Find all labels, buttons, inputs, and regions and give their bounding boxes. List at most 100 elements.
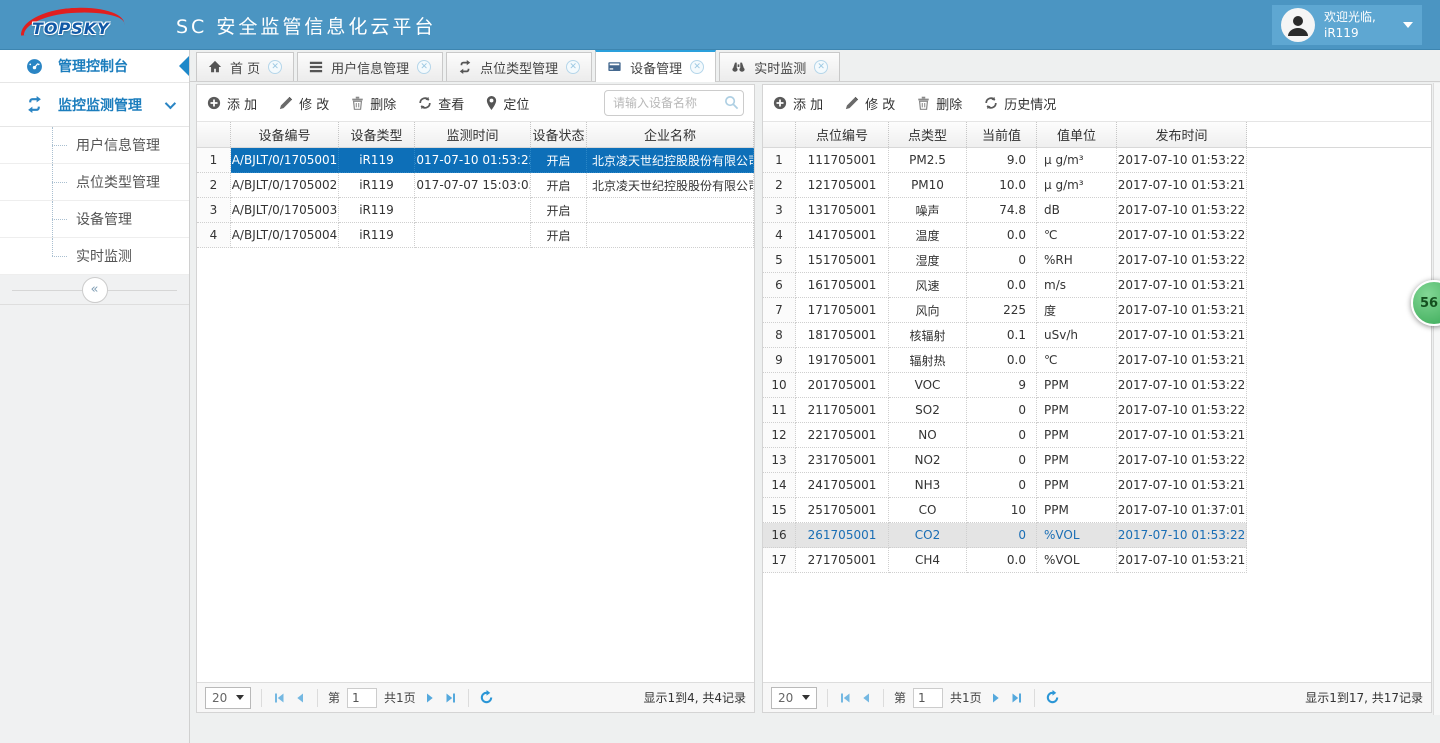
view-button[interactable]: 查看 bbox=[418, 94, 464, 113]
reload-icon[interactable] bbox=[1045, 690, 1060, 705]
cell-filler bbox=[1247, 398, 1431, 423]
column-header[interactable]: 当前值 bbox=[967, 122, 1037, 147]
add-button[interactable]: 添 加 bbox=[207, 94, 257, 113]
sidebar-item-realtime[interactable]: 实时监测 bbox=[0, 238, 189, 275]
page-number-input[interactable] bbox=[913, 688, 943, 708]
cell-pid: 131705001 bbox=[796, 198, 889, 223]
edit-button[interactable]: 修 改 bbox=[279, 94, 329, 113]
column-header[interactable]: 点类型 bbox=[889, 122, 967, 147]
locate-button[interactable]: 定位 bbox=[486, 94, 529, 113]
prev-page-button[interactable] bbox=[293, 691, 307, 705]
table-row[interactable]: 11211705001SO20PPM2017-07-10 01:53:22 bbox=[763, 398, 1431, 423]
table-row[interactable]: 1A/BJLT/0/1705001iR1192017-07-10 01:53:2… bbox=[197, 148, 754, 173]
table-row[interactable]: 13231705001NO20PPM2017-07-10 01:53:22 bbox=[763, 448, 1431, 473]
sidebar-item-monitor-mgmt[interactable]: 监控监测管理 bbox=[0, 83, 189, 127]
cell-unit: PPM bbox=[1037, 448, 1117, 473]
edit-button[interactable]: 修 改 bbox=[845, 94, 895, 113]
button-label: 添 加 bbox=[793, 94, 823, 113]
table-row[interactable]: 3A/BJLT/0/1705003iR119开启 bbox=[197, 198, 754, 223]
page-number-input[interactable] bbox=[347, 688, 377, 708]
last-page-button[interactable] bbox=[1010, 691, 1024, 705]
table-row[interactable]: 16261705001CO20%VOL2017-07-10 01:53:22 bbox=[763, 523, 1431, 548]
history-button[interactable]: 历史情况 bbox=[984, 94, 1056, 113]
column-header[interactable]: 点位编号 bbox=[796, 122, 889, 147]
sidebar-item-device-mgmt[interactable]: 设备管理 bbox=[0, 201, 189, 238]
cell-value: 9 bbox=[967, 373, 1037, 398]
delete-button[interactable]: 删除 bbox=[917, 94, 962, 113]
page-size-select[interactable]: 20 bbox=[771, 687, 817, 709]
close-icon[interactable]: ✕ bbox=[566, 60, 580, 74]
table-row[interactable]: 3131705001噪声74.8dB2017-07-10 01:53:22 bbox=[763, 198, 1431, 223]
cell-filler bbox=[1247, 548, 1431, 573]
cell-num: 9 bbox=[763, 348, 796, 373]
column-header[interactable]: 发布时间 bbox=[1117, 122, 1247, 147]
cell-value: 0.0 bbox=[967, 223, 1037, 248]
pencil-icon bbox=[845, 96, 859, 110]
device-search-input[interactable] bbox=[604, 90, 744, 116]
last-page-button[interactable] bbox=[444, 691, 458, 705]
table-row[interactable]: 1111705001PM2.59.0μ g/m³2017-07-10 01:53… bbox=[763, 148, 1431, 173]
table-row[interactable]: 8181705001核辐射0.1uSv/h2017-07-10 01:53:21 bbox=[763, 323, 1431, 348]
table-row[interactable]: 4A/BJLT/0/1705004iR119开启 bbox=[197, 223, 754, 248]
search-icon[interactable] bbox=[724, 95, 739, 114]
table-row[interactable]: 14241705001NH30PPM2017-07-10 01:53:21 bbox=[763, 473, 1431, 498]
next-page-button[interactable] bbox=[989, 691, 1003, 705]
pencil-icon bbox=[279, 96, 293, 110]
device-pagination: 20 第 共1页 bbox=[197, 682, 754, 712]
column-header[interactable]: 监测时间 bbox=[415, 122, 531, 147]
page-size-select[interactable]: 20 bbox=[205, 687, 251, 709]
table-row[interactable]: 6161705001风速0.0m/s2017-07-10 01:53:21 bbox=[763, 273, 1431, 298]
table-row[interactable]: 5151705001湿度0%RH2017-07-10 01:53:22 bbox=[763, 248, 1431, 273]
close-icon[interactable]: ✕ bbox=[690, 60, 704, 74]
table-row[interactable]: 7171705001风向225度2017-07-10 01:53:21 bbox=[763, 298, 1431, 323]
refresh-icon bbox=[418, 96, 432, 110]
chevron-down-icon[interactable] bbox=[165, 97, 176, 108]
collapse-sidebar-button[interactable]: « bbox=[82, 277, 108, 303]
column-header[interactable]: 设备编号 bbox=[231, 122, 339, 147]
sidebar-item-user-info[interactable]: 用户信息管理 bbox=[0, 127, 189, 164]
chevron-down-icon[interactable] bbox=[1403, 22, 1413, 28]
table-row[interactable]: 15251705001CO10PPM2017-07-10 01:37:01 bbox=[763, 498, 1431, 523]
add-button[interactable]: 添 加 bbox=[773, 94, 823, 113]
cell-pid: 221705001 bbox=[796, 423, 889, 448]
prev-page-button[interactable] bbox=[859, 691, 873, 705]
column-header[interactable]: 设备类型 bbox=[339, 122, 415, 147]
column-header-rownum bbox=[763, 122, 796, 147]
tab-home[interactable]: 首 页 ✕ bbox=[196, 52, 294, 81]
reload-icon[interactable] bbox=[479, 690, 494, 705]
cell-company: 北京凌天世纪控股股份有限公司 bbox=[587, 148, 754, 173]
cell-unit: PPM bbox=[1037, 423, 1117, 448]
table-row[interactable]: 4141705001温度0.0℃2017-07-10 01:53:22 bbox=[763, 223, 1431, 248]
tab-point-type[interactable]: 点位类型管理 ✕ bbox=[446, 52, 592, 81]
column-header[interactable]: 设备状态 bbox=[531, 122, 587, 147]
button-label: 添 加 bbox=[227, 94, 257, 113]
tab-realtime[interactable]: 实时监测 ✕ bbox=[719, 52, 840, 81]
column-header[interactable]: 值单位 bbox=[1037, 122, 1117, 147]
tab-device-mgmt[interactable]: 设备管理 ✕ bbox=[595, 50, 716, 82]
sidebar-item-console[interactable]: 管理控制台 bbox=[0, 50, 189, 83]
first-page-button[interactable] bbox=[272, 691, 286, 705]
divider bbox=[468, 689, 469, 707]
main-area: 首 页 ✕ 用户信息管理 ✕ 点位类型管理 ✕ bbox=[190, 50, 1440, 743]
table-row[interactable]: 12221705001NO0PPM2017-07-10 01:53:21 bbox=[763, 423, 1431, 448]
close-icon[interactable]: ✕ bbox=[417, 60, 431, 74]
table-row[interactable]: 2A/BJLT/0/1705002iR1192017-07-07 15:03:0… bbox=[197, 173, 754, 198]
cell-pid: 191705001 bbox=[796, 348, 889, 373]
close-icon[interactable]: ✕ bbox=[268, 60, 282, 74]
button-label: 删除 bbox=[936, 94, 962, 113]
sidebar-item-point-type[interactable]: 点位类型管理 bbox=[0, 164, 189, 201]
first-page-button[interactable] bbox=[838, 691, 852, 705]
cell-pid: 151705001 bbox=[796, 248, 889, 273]
delete-button[interactable]: 删除 bbox=[351, 94, 396, 113]
column-header[interactable]: 企业名称 bbox=[587, 122, 754, 147]
close-icon[interactable]: ✕ bbox=[814, 60, 828, 74]
next-page-button[interactable] bbox=[423, 691, 437, 705]
cell-time: 2017-07-10 01:53:21 bbox=[1117, 323, 1247, 348]
table-row[interactable]: 10201705001VOC9PPM2017-07-10 01:53:22 bbox=[763, 373, 1431, 398]
user-menu[interactable]: 欢迎光临, iR119 bbox=[1272, 5, 1422, 45]
table-row[interactable]: 2121705001PM1010.0μ g/m³2017-07-10 01:53… bbox=[763, 173, 1431, 198]
table-row[interactable]: 9191705001辐射热0.0℃2017-07-10 01:53:21 bbox=[763, 348, 1431, 373]
cell-time: 2017-07-10 01:53:22 bbox=[1117, 398, 1247, 423]
table-row[interactable]: 17271705001CH40.0%VOL2017-07-10 01:53:21 bbox=[763, 548, 1431, 573]
tab-user-info[interactable]: 用户信息管理 ✕ bbox=[297, 52, 443, 81]
